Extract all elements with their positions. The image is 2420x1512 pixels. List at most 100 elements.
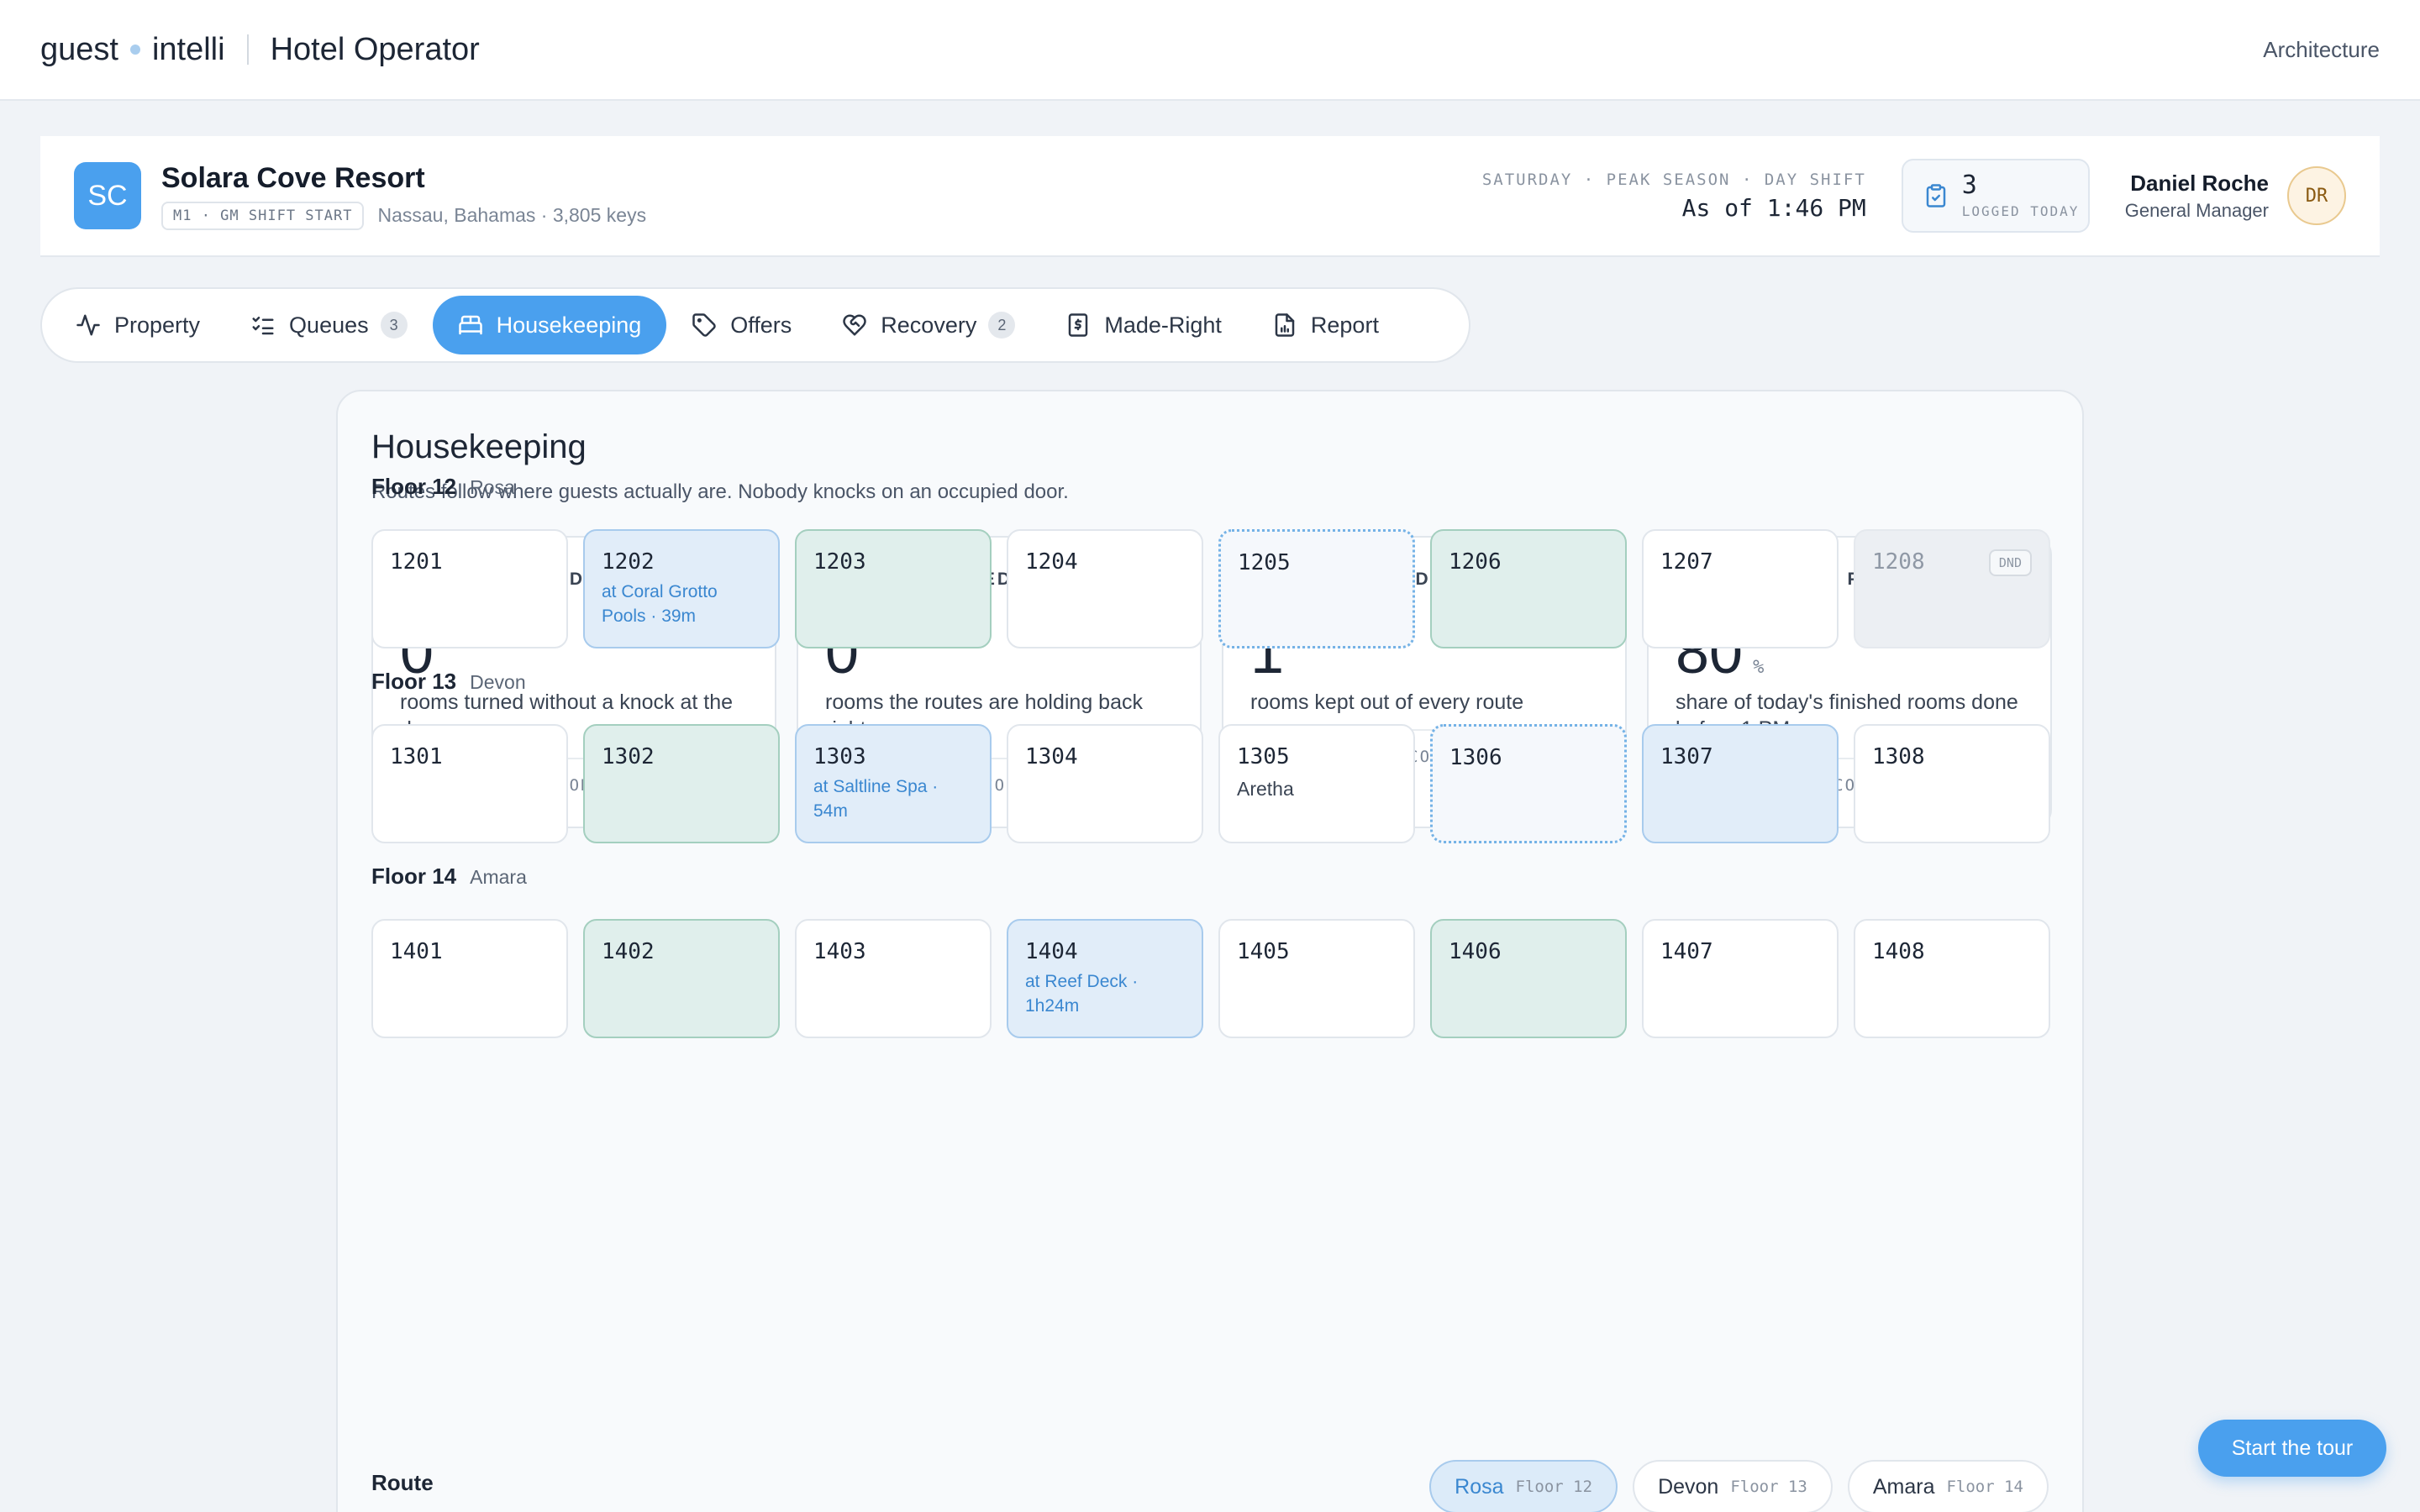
main-tabs: Property Queues 3 Housekeeping Offers Re…: [40, 287, 1470, 363]
room-tile[interactable]: 1305 Aretha: [1218, 724, 1415, 843]
heart-handshake-icon: [843, 314, 867, 336]
tab-label: Offers: [730, 312, 792, 338]
logged-count: 3: [1961, 170, 1977, 200]
tab-label: Housekeeping: [496, 312, 642, 338]
route-title: Route: [371, 1470, 434, 1495]
room-number: 1202: [602, 549, 655, 575]
receipt-icon: [1069, 313, 1088, 337]
room-tile[interactable]: 1308: [1854, 724, 2050, 843]
start-tour-button[interactable]: Start the tour: [2198, 1420, 2386, 1477]
clipboard-check-icon: [1926, 184, 1946, 207]
room-location-note: at Coral Grotto Pools · 39m: [602, 582, 718, 626]
shift-label: SATURDAY · PEAK SEASON · DAY SHIFT: [1481, 170, 1866, 189]
user-role: General Manager: [2124, 199, 2269, 221]
brand-dot: [129, 45, 140, 55]
room-number: 1403: [813, 939, 866, 964]
tab-housekeeping[interactable]: Housekeeping: [432, 296, 667, 354]
property-header: SC Solara Cove Resort M1 · GM SHIFT STAR…: [40, 136, 2380, 257]
room-tile[interactable]: 1207: [1642, 529, 1839, 648]
brand-part1: guest: [40, 31, 118, 67]
tab-recovery[interactable]: Recovery 2: [817, 296, 1040, 354]
floor-staff: Rosa: [470, 476, 515, 498]
room-number: 1206: [1449, 549, 1502, 575]
tab-offers[interactable]: Offers: [666, 296, 817, 354]
room-tile[interactable]: 1304: [1007, 724, 1203, 843]
room-tile[interactable]: 1201: [371, 529, 568, 648]
room-tile[interactable]: 1405: [1218, 919, 1415, 1038]
room-number: 1205: [1238, 550, 1291, 575]
property-right: SATURDAY · PEAK SEASON · DAY SHIFT As of…: [1482, 159, 2346, 233]
tab-property[interactable]: Property: [50, 296, 225, 354]
shift-info: SATURDAY · PEAK SEASON · DAY SHIFT As of…: [1482, 171, 1866, 222]
top-bar: guest intelli Hotel Operator Architectur…: [0, 0, 2420, 101]
room-tile[interactable]: 1303 at Saltline Spa · 54m: [795, 724, 992, 843]
tab-report[interactable]: Report: [1247, 296, 1404, 354]
route-chip-name: Devon: [1658, 1474, 1719, 1499]
route-chip-devon[interactable]: Devon Floor 13: [1633, 1460, 1833, 1512]
room-number: 1406: [1449, 939, 1502, 964]
room-number: 1408: [1872, 939, 1925, 964]
tag-icon: [692, 313, 716, 337]
floor-staff: Devon: [470, 671, 526, 693]
room-number: 1303: [813, 744, 866, 769]
room-tile[interactable]: 1208 DND: [1854, 529, 2050, 648]
room-tile[interactable]: 1408: [1854, 919, 2050, 1038]
room-tile[interactable]: 1407: [1642, 919, 1839, 1038]
room-guest: Aretha: [1237, 778, 1294, 800]
brand-logo[interactable]: guest intelli: [40, 32, 225, 68]
room-tile[interactable]: 1301: [371, 724, 568, 843]
room-tile[interactable]: 1302: [583, 724, 780, 843]
room-tile[interactable]: 1404 at Reef Deck · 1h24m: [1007, 919, 1203, 1038]
room-location-note: at Saltline Spa · 54m: [813, 777, 939, 821]
user-info: Daniel Roche General Manager: [2125, 171, 2269, 222]
brand-divider: [246, 34, 249, 65]
room-tile[interactable]: 1307: [1642, 724, 1839, 843]
room-tile[interactable]: 1306: [1430, 724, 1627, 843]
room-location-note: at Reef Deck · 1h24m: [1025, 972, 1139, 1016]
page-title: Housekeeping: [371, 428, 587, 465]
tab-made-right[interactable]: Made-Right: [1040, 296, 1247, 354]
floor-header: Floor 12 Rosa: [371, 474, 515, 500]
bed-icon: [458, 315, 482, 335]
room-number: 1207: [1660, 549, 1713, 575]
tab-label: Report: [1310, 312, 1379, 338]
room-tile[interactable]: 1202 at Coral Grotto Pools · 39m: [583, 529, 780, 648]
property-location: Nassau, Bahamas · 3,805 keys: [377, 204, 647, 226]
as-of-time: As of 1:46 PM: [1681, 193, 1866, 222]
kpi-unit: %: [1753, 657, 1765, 678]
room-number: 1302: [602, 744, 655, 769]
tab-label: Property: [114, 312, 201, 338]
room-tile[interactable]: 1406: [1430, 919, 1627, 1038]
architecture-link[interactable]: Architecture: [2263, 37, 2380, 63]
room-tile[interactable]: 1402: [583, 919, 780, 1038]
room-tile[interactable]: 1401: [371, 919, 568, 1038]
room-tile[interactable]: 1206: [1430, 529, 1627, 648]
brand-part2: intelli: [151, 31, 225, 67]
property-logo: SC: [74, 162, 141, 229]
room-number: 1307: [1660, 744, 1713, 769]
floor-header: Floor 13 Devon: [371, 669, 526, 695]
avatar[interactable]: DR: [2287, 166, 2346, 225]
shift-badge: M1 · GM SHIFT START: [161, 201, 365, 230]
room-number: 1404: [1025, 939, 1078, 964]
room-number: 1204: [1025, 549, 1078, 575]
route-chip-name: Amara: [1872, 1474, 1935, 1499]
room-tile[interactable]: 1205: [1218, 529, 1415, 648]
floor-name: Floor 14: [371, 864, 457, 889]
floor-name: Floor 13: [371, 669, 457, 694]
room-number: 1401: [390, 939, 443, 964]
room-tile[interactable]: 1204: [1007, 529, 1203, 648]
room-tile[interactable]: 1203: [795, 529, 992, 648]
room-tile[interactable]: 1403: [795, 919, 992, 1038]
checklist-icon: [252, 317, 274, 335]
logged-today-button[interactable]: 3 LOGGED TODAY: [1901, 159, 2090, 233]
route-chip-amara[interactable]: Amara Floor 14: [1847, 1460, 2049, 1512]
route-chip-rosa[interactable]: Rosa Floor 12: [1429, 1460, 1618, 1512]
logged-text: 3 LOGGED TODAY: [1961, 170, 2080, 219]
dnd-badge: DND: [1988, 549, 2032, 576]
route-chips: Rosa Floor 12 Devon Floor 13 Amara Floor 14: [1414, 1460, 2049, 1512]
tab-label: Recovery: [881, 312, 977, 338]
tab-queues[interactable]: Queues 3: [225, 296, 433, 354]
room-number: 1308: [1872, 744, 1925, 769]
property-info: Solara Cove Resort M1 · GM SHIFT START N…: [161, 162, 646, 230]
